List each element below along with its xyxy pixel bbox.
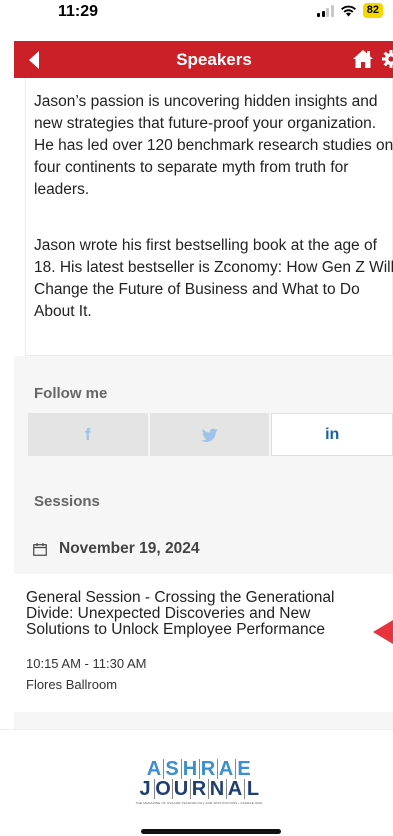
session-time: 10:15 AM - 11:30 AM	[26, 656, 147, 671]
session-date: November 19, 2024	[59, 540, 200, 557]
session-date-row: November 19, 2024	[33, 540, 199, 558]
logo-letter: R	[198, 759, 217, 779]
page-title: Speakers	[176, 50, 252, 69]
wifi-icon	[340, 5, 356, 16]
bio-paragraph: Jason’s passion is uncovering hidden ins…	[34, 93, 393, 198]
signal-icon	[317, 4, 334, 17]
logo-letter: E	[234, 759, 253, 779]
logo-letter: A	[216, 759, 235, 779]
logo-bottom-text: JOURNAL	[124, 779, 274, 799]
linkedin-icon: in	[325, 425, 340, 443]
battery-indicator: 82	[362, 3, 383, 18]
logo-letter: H	[180, 759, 199, 779]
logo-top-text: ASHRAE	[124, 759, 274, 779]
home-indicator	[141, 829, 281, 834]
home-icon	[353, 50, 373, 68]
logo-letter: J	[139, 778, 151, 800]
status-time: 11:29	[58, 3, 99, 20]
logo-letter: O	[153, 778, 171, 800]
logo-letter: S	[162, 759, 181, 779]
logo-letter: A	[225, 779, 244, 799]
ashrae-journal-logo: ASHRAE JOURNAL THE MAGAZINE OF HVAC&R TE…	[124, 759, 274, 805]
social-buttons: f in	[28, 413, 393, 456]
twitter-button[interactable]	[149, 413, 270, 456]
logo-letter: U	[171, 779, 190, 799]
home-button[interactable]	[352, 49, 374, 74]
gear-icon	[382, 50, 393, 68]
bio-paragraph: Jason wrote his first bestselling book a…	[34, 237, 393, 320]
logo-letter: L	[243, 779, 262, 799]
facebook-icon: f	[85, 424, 91, 444]
speaker-bio-card: Jason’s passion is uncovering hidden ins…	[25, 78, 393, 356]
logo-letter: R	[189, 779, 208, 799]
follow-me-heading: Follow me	[34, 385, 108, 402]
twitter-bird-icon	[200, 428, 218, 442]
sessions-heading: Sessions	[34, 493, 100, 510]
linkedin-button[interactable]: in	[271, 413, 393, 456]
status-bar: 11:29 82	[0, 0, 393, 36]
session-item[interactable]: General Session - Crossing the Generatio…	[14, 574, 393, 712]
logo-letter: N	[207, 779, 226, 799]
logo-tagline: THE MAGAZINE OF HVAC&R TECHNOLOGY AND AP…	[135, 801, 263, 805]
calendar-icon	[33, 542, 47, 556]
session-title: General Session - Crossing the Generatio…	[26, 589, 335, 638]
footer: ASHRAE JOURNAL THE MAGAZINE OF HVAC&R TE…	[0, 729, 393, 836]
settings-button[interactable]	[382, 50, 393, 73]
nav-bar: Speakers	[14, 41, 393, 78]
facebook-button[interactable]: f	[28, 413, 148, 456]
session-room: Flores Ballroom	[26, 677, 118, 692]
logo-letter: A	[146, 758, 162, 780]
session-indicator-arrow-icon	[373, 620, 393, 644]
status-icons: 82	[317, 3, 383, 18]
